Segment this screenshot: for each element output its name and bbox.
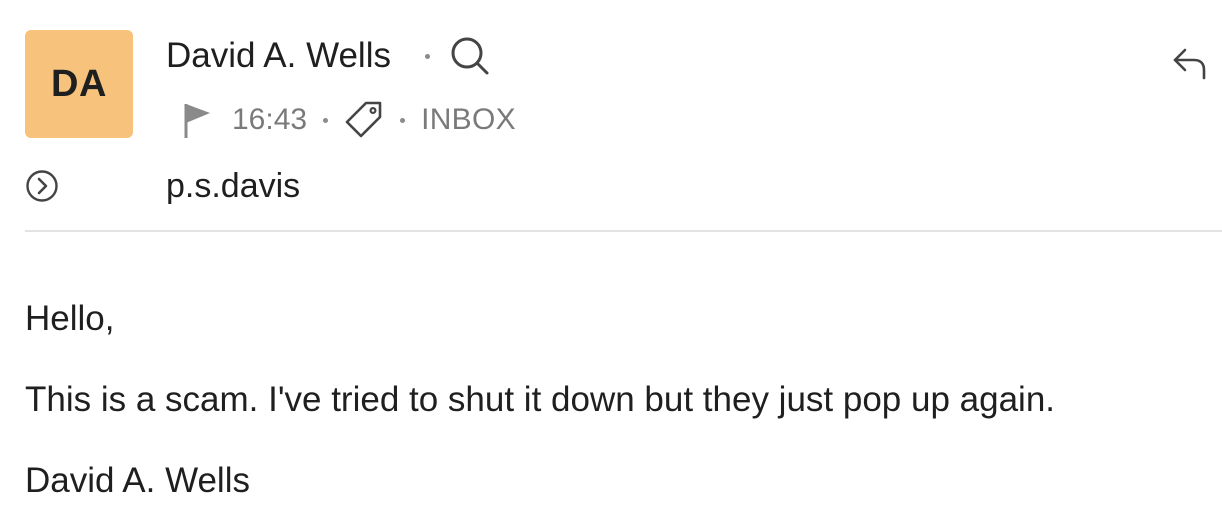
meta-row: 16:43 INBOX <box>180 97 516 143</box>
sender-row: David A. Wells <box>166 34 492 78</box>
reply-icon[interactable] <box>1168 40 1212 84</box>
recipient-address[interactable]: p.s.davis <box>166 167 300 206</box>
folder-label[interactable]: INBOX <box>421 103 516 137</box>
avatar: DA <box>25 30 133 138</box>
message-time: 16:43 <box>232 103 308 136</box>
email-view: DA David A. Wells 16:43 INBOX p.s.davis … <box>0 0 1222 525</box>
chevron-right-circle-icon[interactable] <box>25 169 59 203</box>
body-signature: David A. Wells <box>25 461 250 500</box>
tag-icon[interactable] <box>344 100 384 140</box>
flag-icon[interactable] <box>180 100 214 140</box>
avatar-initials: DA <box>51 62 107 105</box>
separator-dot <box>425 53 430 59</box>
body-text: This is a scam. I've tried to shut it do… <box>25 380 1056 419</box>
separator-dot <box>400 117 406 123</box>
header-divider <box>25 230 1222 232</box>
separator-dot <box>323 117 329 123</box>
message-body: Hello, This is a scam. I've tried to shu… <box>25 296 1055 525</box>
sender-name[interactable]: David A. Wells <box>166 34 391 78</box>
body-greeting: Hello, <box>25 299 115 338</box>
recipient-row: p.s.davis <box>25 165 300 207</box>
search-icon[interactable] <box>448 34 492 78</box>
